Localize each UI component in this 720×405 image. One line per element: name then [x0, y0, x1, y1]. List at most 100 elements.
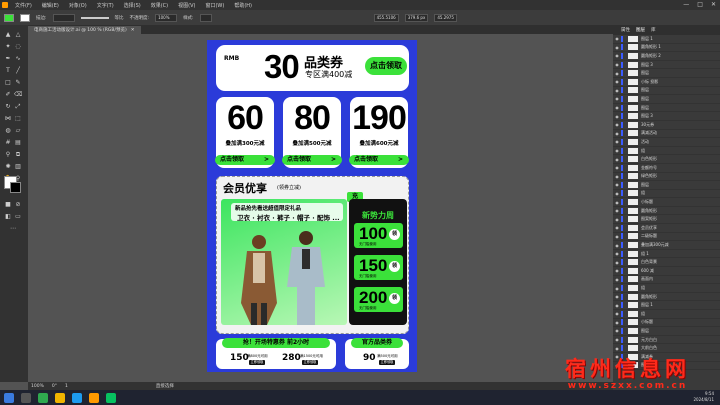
artboard-number[interactable]: 1	[65, 384, 68, 389]
layer-row[interactable]: ◉ 大前白色	[613, 344, 720, 353]
wechat-icon[interactable]	[106, 392, 116, 403]
illustrator-icon[interactable]	[89, 392, 99, 403]
magic-wand-icon[interactable]: ✦	[4, 43, 12, 51]
rectangle-tool-icon[interactable]: □	[4, 79, 12, 87]
eye-icon[interactable]: ◉	[613, 71, 621, 76]
eye-icon[interactable]: ◉	[613, 139, 621, 144]
curvature-icon[interactable]: ∿	[14, 55, 22, 63]
draw-mode-icon[interactable]: ◧	[4, 213, 12, 221]
claim-tag[interactable]: 立即领取	[379, 360, 395, 365]
eye-icon[interactable]: ◉	[613, 53, 621, 58]
stroke-weight-field[interactable]	[52, 13, 75, 22]
eye-icon[interactable]: ◉	[613, 320, 621, 325]
eye-icon[interactable]: ◉	[613, 251, 621, 256]
top-category-coupon[interactable]: RMB 30 品类券 专区满400减 点击领取	[216, 45, 409, 91]
eye-icon[interactable]: ◉	[613, 174, 621, 179]
minimize-button[interactable]: —	[683, 1, 689, 8]
layer-row[interactable]: ◉ 图层	[613, 327, 720, 336]
layer-row[interactable]: ◉ 满减活动	[613, 130, 720, 139]
eye-icon[interactable]: ◉	[613, 79, 621, 84]
layer-row[interactable]: ◉ 图层	[613, 69, 720, 78]
coupon-200[interactable]: 200 领 无门槛使用	[354, 287, 403, 312]
eye-icon[interactable]: ◉	[613, 234, 621, 239]
layer-row[interactable]: ◉ 图层 3	[613, 61, 720, 70]
early-bird-coupon-card[interactable]: 抢！开场特惠券 前2小时 150 满800元可用 立即领取 280 满1500元…	[216, 338, 336, 369]
document-tab[interactable]: 电商施工活动版设计.ai @ 100 % (RGB/预览) ✕	[28, 26, 141, 34]
claim-button[interactable]: 点击领取 >	[282, 155, 342, 165]
eye-icon[interactable]: ◉	[613, 328, 621, 333]
coupon-80[interactable]: 80 叠加满500元减 点击领取 >	[282, 97, 342, 168]
layer-row[interactable]: ◉ 图层	[613, 87, 720, 96]
mesh-tool-icon[interactable]: #	[4, 139, 12, 147]
eye-icon[interactable]: ◉	[613, 88, 621, 93]
search-icon[interactable]	[21, 392, 31, 403]
layer-row[interactable]: ◉ 图案矩形	[613, 215, 720, 225]
style-dropdown[interactable]	[199, 13, 212, 22]
color-mode-icon[interactable]: ■	[4, 201, 12, 209]
layer-row[interactable]: ◉ 图层 1	[613, 301, 720, 310]
eyedropper-icon[interactable]: ⚲	[4, 151, 12, 159]
layer-row[interactable]: ◉ 组	[613, 190, 720, 199]
menu-file[interactable]: 文件(F)	[10, 2, 37, 9]
menu-view[interactable]: 视图(V)	[173, 2, 200, 9]
eye-icon[interactable]: ◉	[613, 157, 621, 162]
layer-row[interactable]: ◉ 小标 投影	[613, 78, 720, 87]
lasso-icon[interactable]: ◌	[14, 43, 22, 51]
claim-icon[interactable]: 领	[389, 261, 400, 272]
free-transform-icon[interactable]: ⬚	[14, 115, 22, 123]
coupon-150[interactable]: 150 领 无门槛使用	[354, 255, 403, 280]
layer-row[interactable]: ◉ 叠加满300元减	[613, 241, 720, 250]
eye-icon[interactable]: ◉	[613, 114, 621, 119]
claim-tag[interactable]: 立即领取	[302, 360, 318, 365]
tab-layers[interactable]: 图层	[636, 27, 645, 33]
screen-mode-icon[interactable]: ▭	[14, 213, 22, 221]
layer-row[interactable]: ◉ 小标题	[613, 198, 720, 207]
layer-row[interactable]: ◉ 组	[613, 284, 720, 293]
rotate-value[interactable]: 0°	[52, 384, 57, 389]
layer-row[interactable]: ◉ 图层 1	[613, 35, 720, 44]
perspective-icon[interactable]: ▱	[14, 127, 22, 135]
eye-icon[interactable]: ◉	[613, 268, 621, 273]
graph-tool-icon[interactable]: ▥	[14, 163, 22, 171]
claim-tag[interactable]: 立即领取	[249, 360, 265, 365]
gradient-tool-icon[interactable]: ▤	[14, 139, 22, 147]
shape-builder-icon[interactable]: ◍	[4, 127, 12, 135]
claim-button[interactable]: 点击领取 >	[215, 155, 275, 165]
width-field[interactable]: 379.6 px	[404, 13, 429, 22]
menu-window[interactable]: 窗口(W)	[200, 2, 229, 9]
coupon-60[interactable]: 60 叠加满300元减 点击领取 >	[215, 97, 275, 168]
pen-tool-icon[interactable]: ✒	[4, 55, 12, 63]
zoom-level[interactable]: 100%	[31, 384, 44, 389]
eye-icon[interactable]: ◉	[613, 62, 621, 67]
eye-icon[interactable]: ◉	[613, 294, 621, 299]
layer-row[interactable]: ◉ 圆角矩形 1	[613, 44, 720, 53]
line-tool-icon[interactable]: ╱	[14, 67, 22, 75]
claim-button[interactable]: 点击领取 >	[349, 155, 409, 165]
more-tools-icon[interactable]: ⋯	[9, 225, 17, 233]
eye-icon[interactable]: ◉	[613, 260, 621, 265]
artboard[interactable]: RMB 30 品类券 专区满400减 点击领取 60 叠加满300元减 点击领取…	[207, 40, 417, 372]
layer-row[interactable]: ◉ 白色矩形	[613, 155, 720, 164]
menu-edit[interactable]: 编辑(E)	[37, 2, 64, 9]
menu-select[interactable]: 选择(S)	[119, 2, 146, 9]
app-icon[interactable]	[72, 392, 82, 403]
menu-object[interactable]: 对象(O)	[64, 2, 92, 9]
layer-row[interactable]: ◉ 画面内	[613, 276, 720, 285]
tab-properties[interactable]: 属性	[621, 27, 630, 33]
layer-row[interactable]: ◉ 圆角矩形	[613, 293, 720, 302]
document-tab-close-icon[interactable]: ✕	[131, 28, 135, 33]
layer-row[interactable]: ◉ 30元券	[613, 121, 720, 130]
eye-icon[interactable]: ◉	[613, 36, 621, 41]
browser-icon[interactable]	[38, 392, 48, 403]
scale-tool-icon[interactable]: ⤢	[14, 103, 22, 111]
layer-row[interactable]: ◉ 图层	[613, 181, 720, 190]
layer-row[interactable]: ◉ 600 减	[613, 267, 720, 276]
eye-icon[interactable]: ◉	[613, 303, 621, 308]
selection-tool-icon[interactable]: ▲	[4, 31, 12, 39]
layer-row[interactable]: ◉ 绿色矩形	[613, 173, 720, 182]
blend-tool-icon[interactable]: ⧉	[14, 151, 22, 159]
eye-icon[interactable]: ◉	[613, 311, 621, 316]
claim-icon[interactable]: 领	[389, 293, 400, 304]
shaper-tool-icon[interactable]: ✐	[4, 91, 12, 99]
layer-row[interactable]: ◉ 组	[613, 310, 720, 319]
